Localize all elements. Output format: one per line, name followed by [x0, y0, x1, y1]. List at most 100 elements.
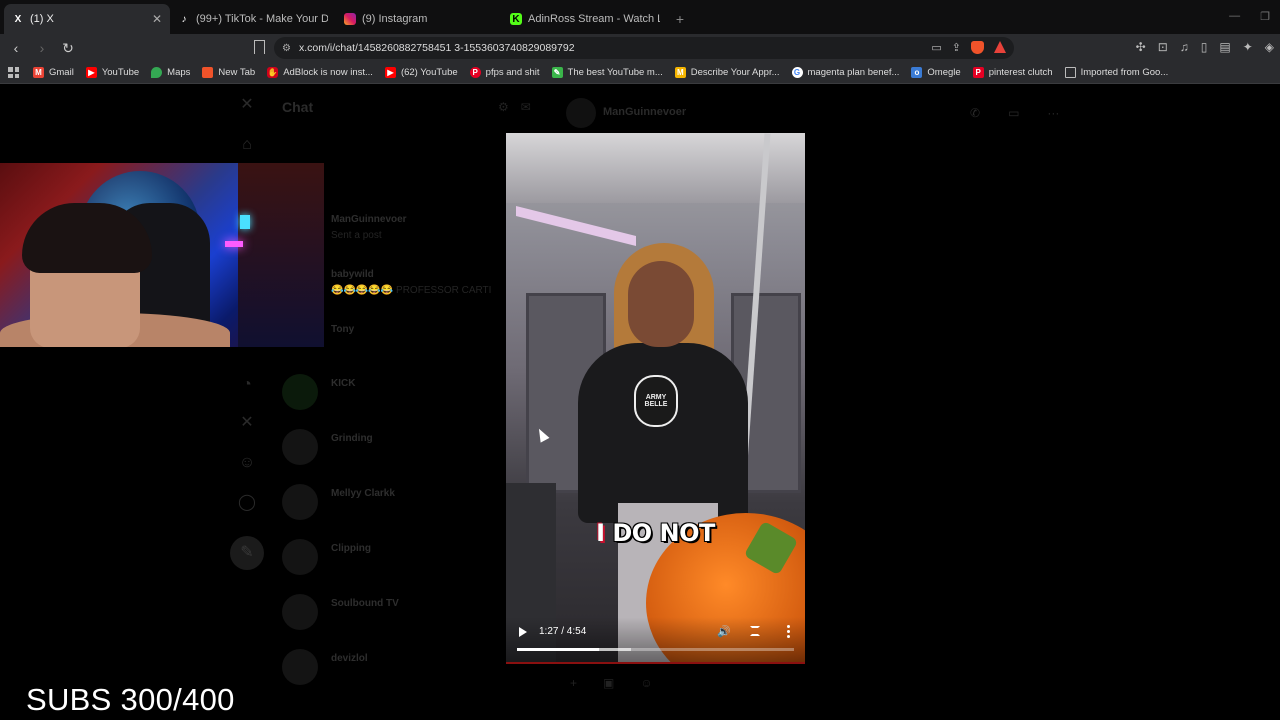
more-options-icon[interactable]: [787, 625, 790, 638]
tab-strip: X (1) X ✕ ♪ (99+) TikTok - Make Your Day…: [0, 0, 1280, 34]
tab-x[interactable]: X (1) X ✕: [4, 4, 170, 34]
message-composer: + ▣ ☺: [570, 676, 653, 690]
kick-icon: K: [510, 13, 522, 25]
x-premium-icon[interactable]: ✕: [238, 414, 256, 432]
tab-instagram[interactable]: (9) Instagram: [336, 4, 502, 34]
emoji-icon[interactable]: ☺: [640, 676, 652, 690]
list-item[interactable]: Mellyy Clarkk: [282, 484, 512, 534]
tab-title: (99+) TikTok - Make Your Day: [196, 13, 328, 25]
chat-title: Chat: [282, 99, 314, 115]
youtube-icon: ▶: [384, 67, 396, 78]
avatar: [282, 594, 318, 630]
list-item[interactable]: devizlol: [282, 649, 512, 699]
play-icon[interactable]: [519, 627, 527, 637]
bookmark-site-icon: ✎: [551, 67, 563, 78]
profile-icon[interactable]: ☺: [238, 454, 256, 472]
bookmark-magenta[interactable]: Gmagenta plan benef...: [791, 67, 899, 78]
back-button[interactable]: ‹: [6, 40, 26, 56]
video-subject: [628, 261, 694, 347]
more-icon[interactable]: ···: [1047, 106, 1059, 120]
home-icon[interactable]: ⌂: [238, 136, 256, 154]
bookmark-best-youtube[interactable]: ✎ The best YouTube m...: [551, 67, 663, 78]
seek-bar[interactable]: [517, 648, 794, 651]
bookmark-gmail[interactable]: M Gmail: [33, 67, 74, 78]
list-item[interactable]: Grinding: [282, 429, 512, 479]
instagram-icon: [344, 13, 356, 25]
compose-post-button[interactable]: ✎: [230, 536, 264, 570]
notifications-icon[interactable]: ◔: [238, 376, 256, 394]
bookmark-imported[interactable]: Imported from Goo...: [1064, 67, 1168, 78]
bookmark-omegle[interactable]: o Omegle: [911, 67, 961, 78]
screenshot-icon[interactable]: ⊡: [1158, 40, 1168, 54]
cast-icon[interactable]: ▭: [931, 41, 941, 54]
video-call-icon[interactable]: ▭: [1008, 106, 1019, 120]
reload-button[interactable]: ↻: [58, 40, 78, 57]
list-item[interactable]: KICK: [282, 374, 512, 424]
site-info-icon[interactable]: ⚙: [282, 43, 291, 54]
settings-icon[interactable]: ⚙: [498, 100, 509, 114]
sidebar-icon[interactable]: ▯: [1201, 40, 1208, 54]
tiktok-icon: ♪: [181, 13, 187, 25]
vpn-icon[interactable]: ◈: [1265, 40, 1274, 54]
new-message-icon[interactable]: ✉: [521, 100, 531, 114]
list-item[interactable]: Clipping: [282, 539, 512, 589]
list-item[interactable]: Soulbound TV: [282, 594, 512, 644]
bookmark-pfps[interactable]: Ppfps and shit: [469, 67, 540, 78]
adblock-icon: ✋: [267, 67, 279, 78]
bookmark-adblock[interactable]: ✋ AdBlock is now inst...: [267, 67, 373, 78]
apps-grid-icon[interactable]: [8, 67, 19, 78]
neon-light: [225, 241, 243, 247]
bookmark-maps[interactable]: Maps: [151, 67, 190, 78]
extensions-icon[interactable]: ✣: [1136, 40, 1146, 54]
buffered-bar: [599, 648, 631, 651]
bookmark-youtube[interactable]: ▶ YouTube: [85, 67, 139, 78]
subs-counter: SUBS 300/400: [26, 682, 235, 717]
video-player[interactable]: ARMY BELLE I DO NOT 1:27 / 4:54 🔊: [506, 133, 805, 663]
window-controls: — ❐: [1229, 10, 1270, 23]
gmail-icon: M: [33, 67, 44, 78]
avatar: [282, 429, 318, 465]
bookmark-youtube-62[interactable]: ▶ (62) YouTube: [384, 67, 458, 78]
pinterest-icon: P: [972, 67, 984, 78]
bookmark-icon[interactable]: [254, 40, 265, 54]
avatar: [282, 539, 318, 575]
share-icon[interactable]: ⇪: [952, 41, 961, 54]
x-logo-icon[interactable]: ✕: [238, 96, 256, 114]
dm-header-name: ManGuinnevoer: [603, 106, 687, 118]
volume-icon[interactable]: 🔊: [717, 625, 731, 638]
media-icon[interactable]: ♫: [1180, 40, 1189, 54]
avatar: [282, 649, 318, 685]
webcam-background: [238, 163, 324, 347]
avatar[interactable]: [566, 98, 596, 128]
phone-icon[interactable]: ✆: [970, 106, 980, 120]
new-tab-button[interactable]: +: [668, 4, 692, 34]
webcam-overlay: [0, 163, 324, 347]
bookmark-new-tab[interactable]: New Tab: [202, 67, 255, 78]
address-bar[interactable]: ⚙ x.com/i/chat/1458260882758451 3-155360…: [274, 37, 1014, 59]
pinterest-icon: P: [469, 67, 481, 78]
image-icon[interactable]: ▣: [603, 676, 614, 690]
tab-title: (1) X: [30, 13, 54, 25]
wallet-icon[interactable]: ▤: [1219, 40, 1230, 54]
timecode: 1:27 / 4:54: [539, 626, 587, 637]
forward-button[interactable]: ›: [32, 40, 52, 56]
brave-icon: [202, 67, 214, 78]
leo-icon[interactable]: ✦: [1243, 40, 1253, 54]
add-icon[interactable]: +: [570, 676, 577, 690]
restore-icon[interactable]: ❐: [1260, 10, 1270, 23]
bookmark-describe[interactable]: M Describe Your Appr...: [674, 67, 780, 78]
close-icon[interactable]: ✕: [152, 12, 162, 26]
fullscreen-icon[interactable]: [750, 626, 760, 636]
more-circle-icon[interactable]: ◯: [238, 494, 256, 512]
tab-kick[interactable]: K AdinRoss Stream - Watch Live on Kick: [502, 4, 668, 34]
tab-title: AdinRoss Stream - Watch Live on Kick: [528, 13, 660, 25]
brave-rewards-icon[interactable]: [994, 41, 1006, 53]
minimize-icon[interactable]: —: [1229, 10, 1240, 23]
tab-tiktok[interactable]: ♪ (99+) TikTok - Make Your Day: [170, 4, 336, 34]
youtube-icon: ▶: [85, 67, 97, 78]
screen: X (1) X ✕ ♪ (99+) TikTok - Make Your Day…: [0, 0, 1280, 720]
brave-shields-icon[interactable]: [971, 41, 984, 54]
maps-icon: [151, 67, 163, 78]
video-caption: I DO NOT: [596, 519, 715, 547]
bookmark-pinterest[interactable]: Ppinterest clutch: [972, 67, 1053, 78]
